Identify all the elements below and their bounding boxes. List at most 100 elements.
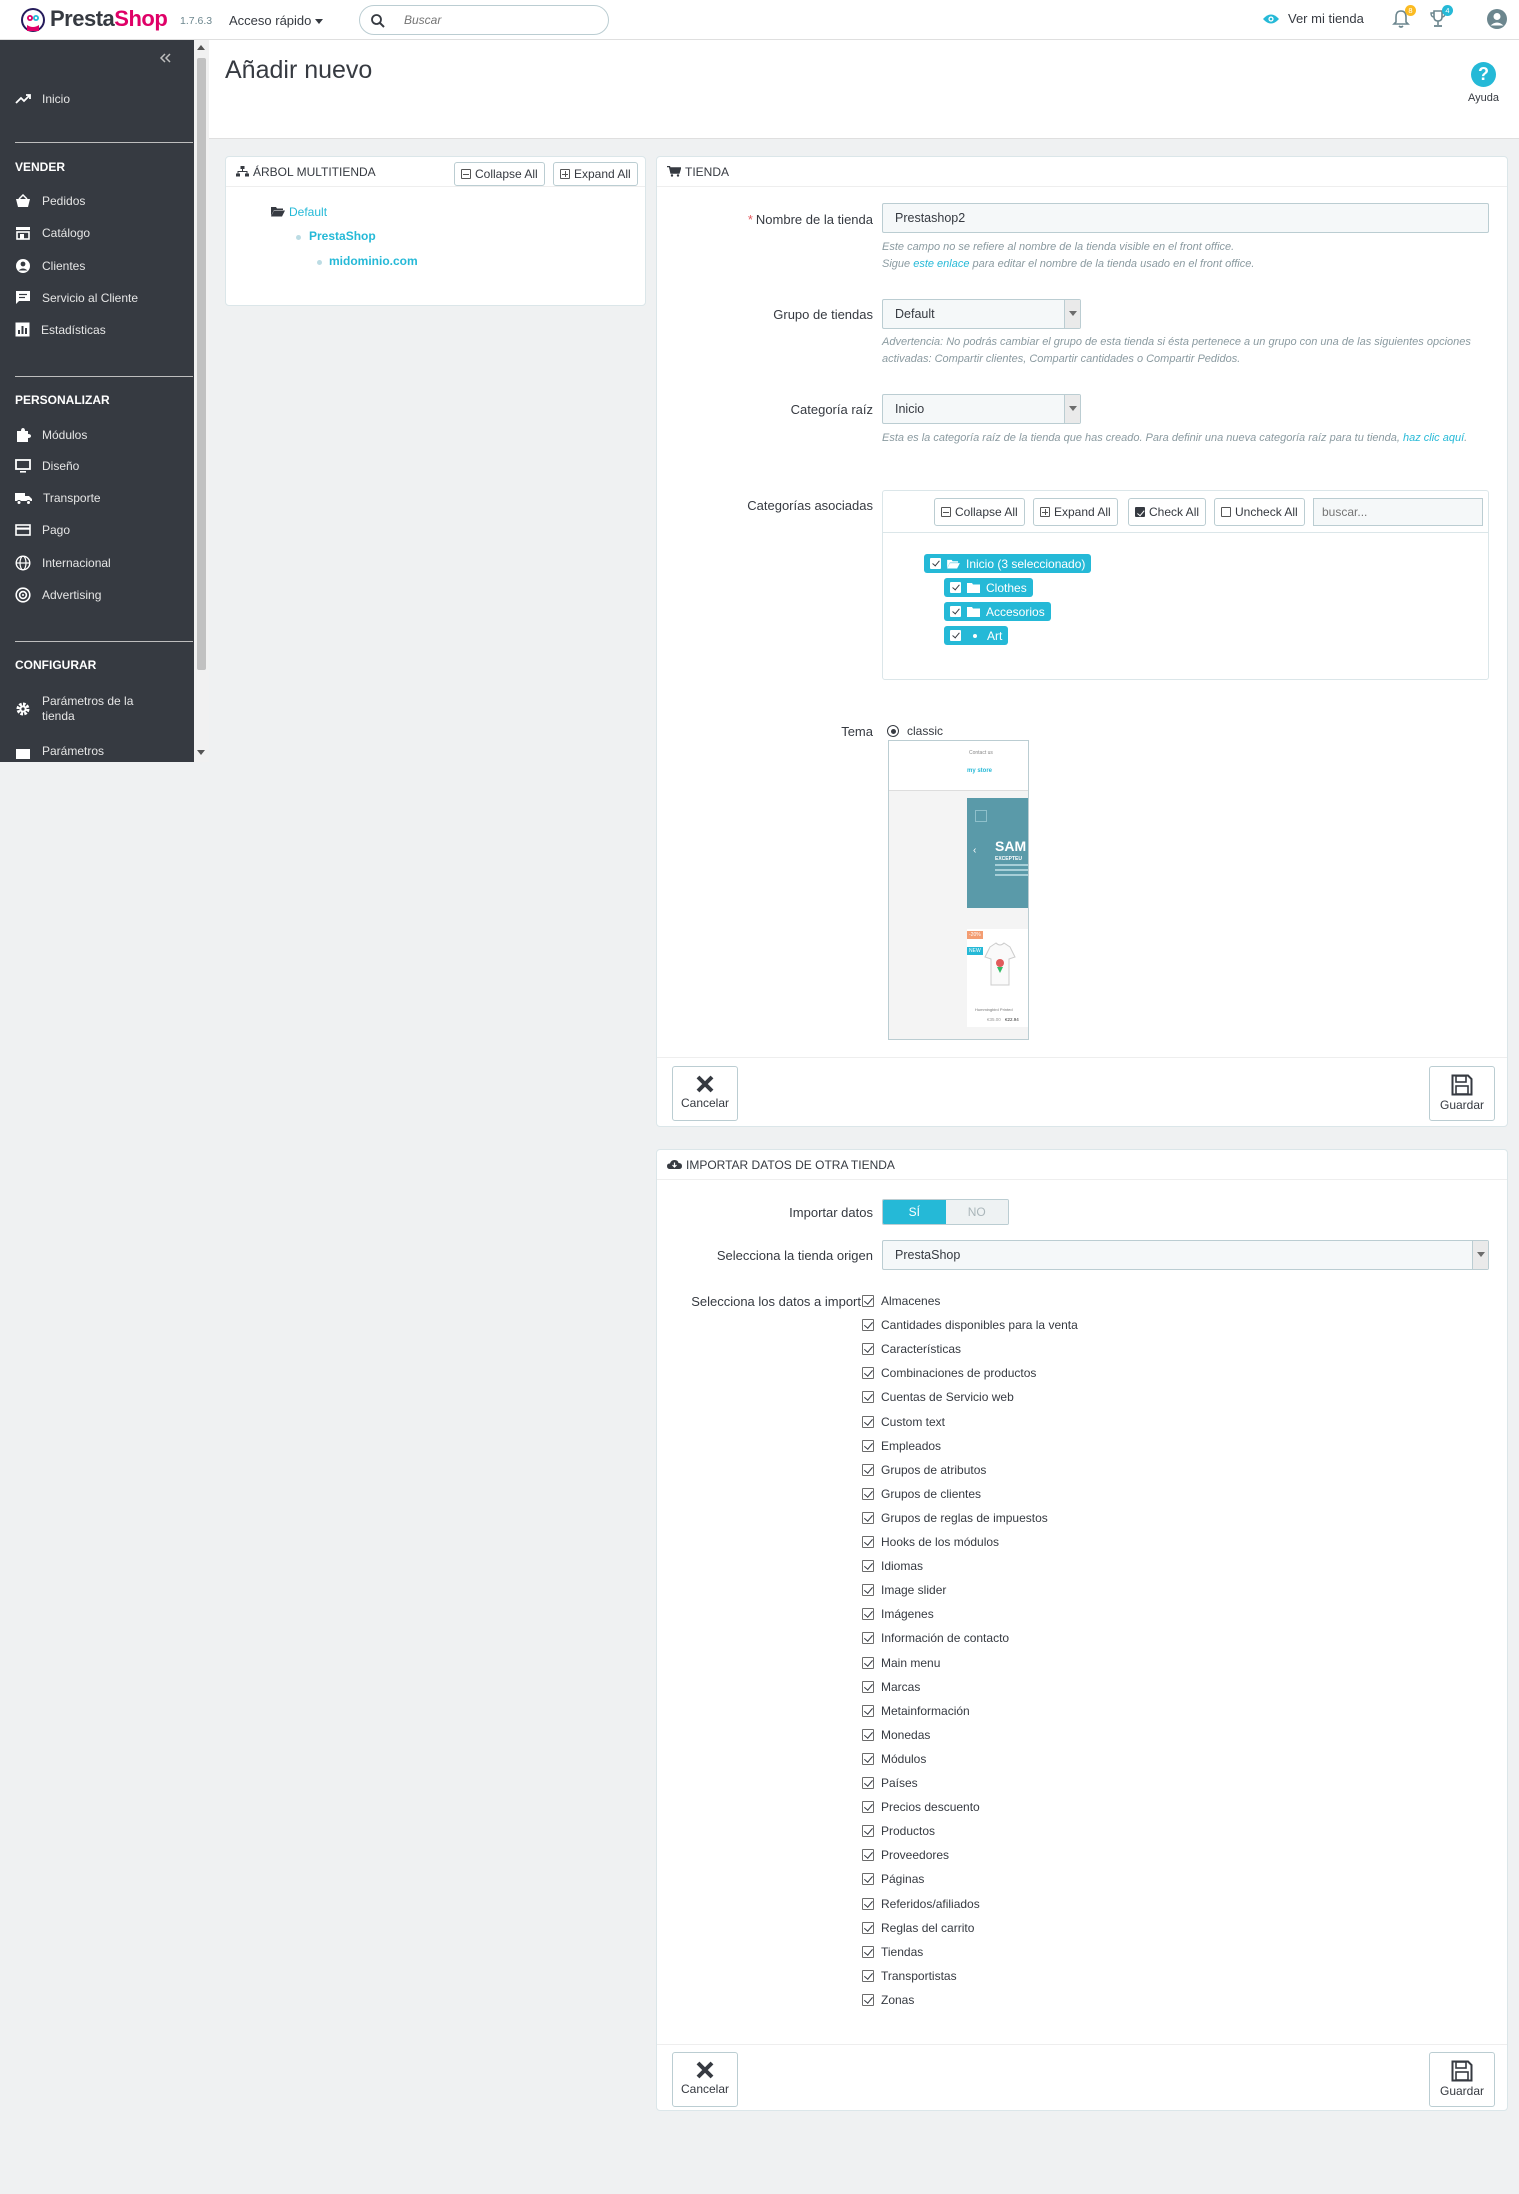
tree-expand-all-button[interactable]: Expand All (553, 162, 638, 186)
help-button[interactable]: ? Ayuda (1468, 62, 1499, 104)
category-node-clothes[interactable]: Clothes (944, 578, 1033, 597)
checkbox-checked-icon[interactable] (862, 1536, 874, 1548)
sidebar-item-shop-parameters[interactable]: Parámetros de la tienda (15, 694, 152, 724)
sidebar-item-customers[interactable]: Clientes (15, 258, 85, 274)
checkbox-checked-icon[interactable] (862, 1487, 874, 1500)
sidebar-item-home[interactable]: Inicio (15, 92, 70, 106)
sidebar-item-payment[interactable]: Pago (15, 523, 70, 537)
checkbox-checked-icon[interactable] (862, 1463, 874, 1476)
sidebar-item-advanced-parameters[interactable]: Parámetros (15, 743, 104, 759)
sidebar-item-shipping[interactable]: Transporte (15, 491, 101, 505)
import-item[interactable]: Almacenes (862, 1294, 940, 1308)
root-category-select[interactable]: Inicio (882, 394, 1081, 424)
tree-collapse-all-button[interactable]: Collapse All (454, 162, 545, 186)
scrollbar-thumb[interactable] (197, 58, 206, 670)
import-item[interactable]: Cantidades disponibles para la venta (862, 1318, 1078, 1332)
new-root-category-link[interactable]: haz clic aquí (1403, 432, 1464, 444)
checkbox-checked-icon[interactable] (950, 606, 961, 617)
import-item[interactable]: Custom text (862, 1415, 945, 1429)
edit-shop-name-link[interactable]: este enlace (913, 258, 969, 270)
import-item[interactable]: Marcas (862, 1680, 920, 1694)
import-save-button[interactable]: Guardar (1429, 2052, 1495, 2107)
import-item[interactable]: Páginas (862, 1872, 924, 1886)
checkbox-checked-icon[interactable] (862, 1415, 874, 1428)
import-item[interactable]: Metainformación (862, 1704, 970, 1718)
header-search[interactable] (359, 5, 609, 35)
save-button[interactable]: Guardar (1429, 1066, 1495, 1121)
import-item[interactable]: Tiendas (862, 1945, 923, 1959)
checkbox-checked-icon[interactable] (862, 1993, 874, 2006)
shop-name-input[interactable]: Prestashop2 (882, 203, 1489, 233)
quick-access-dropdown[interactable]: Acceso rápido (229, 13, 324, 28)
brand-name[interactable]: PrestaShop (50, 6, 168, 32)
import-item[interactable]: Idiomas (862, 1559, 923, 1573)
scroll-down-icon[interactable] (197, 750, 205, 755)
collapse-menu-icon[interactable] (159, 53, 172, 63)
theme-radio[interactable] (887, 725, 899, 737)
checkbox-checked-icon[interactable] (950, 582, 961, 593)
checkbox-checked-icon[interactable] (862, 1945, 874, 1958)
tree-node-url[interactable]: midominio.com (329, 254, 418, 268)
checkbox-checked-icon[interactable] (862, 1632, 874, 1645)
tree-node-shop[interactable]: PrestaShop (309, 229, 376, 243)
checkbox-checked-icon[interactable] (862, 1295, 874, 1307)
category-tree-search[interactable] (1313, 498, 1483, 526)
import-cancel-button[interactable]: Cancelar (672, 2052, 738, 2107)
import-item[interactable]: Países (862, 1776, 918, 1790)
import-item[interactable]: Hooks de los módulos (862, 1535, 999, 1549)
search-input[interactable] (402, 12, 592, 28)
category-expand-all-button[interactable]: Expand All (1033, 498, 1118, 526)
trophy-button[interactable]: 4 (1429, 5, 1453, 29)
sidebar-item-orders[interactable]: Pedidos (15, 194, 85, 208)
import-item[interactable]: Monedas (862, 1728, 930, 1742)
checkbox-checked-icon[interactable] (862, 1704, 874, 1717)
sidebar-item-advertising[interactable]: Advertising (15, 587, 101, 603)
checkbox-checked-icon[interactable] (862, 1921, 874, 1934)
checkbox-checked-icon[interactable] (862, 1728, 874, 1741)
sidebar-item-modules[interactable]: Módulos (15, 427, 87, 443)
import-item[interactable]: Main menu (862, 1656, 940, 1670)
category-collapse-all-button[interactable]: Collapse All (934, 498, 1025, 526)
checkbox-checked-icon[interactable] (862, 1849, 874, 1862)
theme-preview-image[interactable]: Contact us my store SAM EXCEPTEU ‹ -20% … (888, 740, 1029, 1040)
import-item[interactable]: Proveedores (862, 1848, 949, 1862)
import-item[interactable]: Zonas (862, 1993, 914, 2007)
import-item[interactable]: Imágenes (862, 1607, 934, 1621)
checkbox-checked-icon[interactable] (862, 1584, 874, 1597)
sidebar-scrollbar[interactable] (194, 40, 209, 762)
checkbox-checked-icon[interactable] (862, 1439, 874, 1452)
checkbox-checked-icon[interactable] (862, 1777, 874, 1789)
checkbox-checked-icon[interactable] (862, 1801, 874, 1814)
import-item[interactable]: Empleados (862, 1439, 941, 1453)
toggle-no[interactable]: NO (945, 1200, 1008, 1224)
import-item[interactable]: Módulos (862, 1752, 926, 1766)
category-node-accessories[interactable]: Accesorios (944, 602, 1051, 621)
import-data-toggle[interactable]: SÍ NO (882, 1199, 1009, 1225)
view-store-link[interactable]: Ver mi tienda (1262, 11, 1364, 26)
category-check-all-button[interactable]: Check All (1128, 498, 1207, 526)
sidebar-item-international[interactable]: Internacional (15, 555, 111, 571)
import-item[interactable]: Características (862, 1342, 961, 1356)
checkbox-checked-icon[interactable] (862, 1680, 874, 1693)
checkbox-checked-icon[interactable] (862, 1560, 874, 1573)
checkbox-checked-icon[interactable] (862, 1367, 874, 1380)
import-item[interactable]: Combinaciones de productos (862, 1366, 1036, 1380)
import-item[interactable]: Productos (862, 1824, 935, 1838)
prestashop-logo-icon[interactable] (20, 7, 46, 33)
toggle-yes[interactable]: SÍ (883, 1200, 946, 1224)
category-node-root[interactable]: Inicio (3 seleccionado) (924, 554, 1092, 573)
checkbox-checked-icon[interactable] (862, 1391, 874, 1404)
checkbox-checked-icon[interactable] (862, 1319, 874, 1332)
employee-account-button[interactable] (1486, 8, 1508, 30)
checkbox-checked-icon[interactable] (862, 1752, 874, 1765)
import-item[interactable]: Referidos/afiliados (862, 1897, 980, 1911)
import-item[interactable]: Image slider (862, 1583, 946, 1597)
checkbox-checked-icon[interactable] (862, 1825, 874, 1838)
checkbox-checked-icon[interactable] (862, 1343, 874, 1356)
sidebar-item-catalog[interactable]: Catálogo (15, 226, 90, 240)
checkbox-checked-icon[interactable] (862, 1656, 874, 1669)
import-item[interactable]: Información de contacto (862, 1631, 1009, 1645)
shop-group-select[interactable]: Default (882, 299, 1081, 329)
notifications-button[interactable]: 8 (1392, 5, 1416, 29)
import-item[interactable]: Grupos de clientes (862, 1487, 981, 1501)
